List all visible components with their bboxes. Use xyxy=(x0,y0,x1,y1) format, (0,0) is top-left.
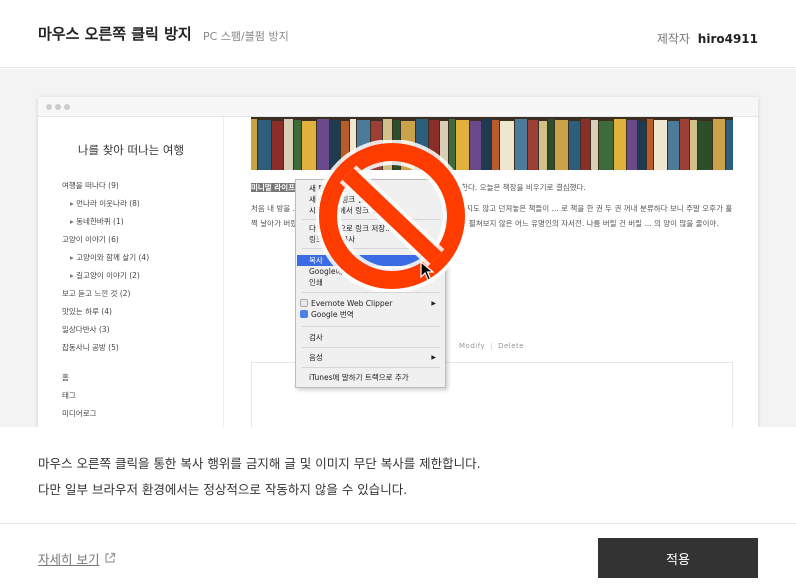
category-item: 고양이 이야기 (6) xyxy=(62,235,119,244)
nav-item-tag: 태그 xyxy=(62,391,76,400)
maker-name: hiro4911 xyxy=(697,32,758,46)
blog-title: 나를 찾아 떠나는 여행 xyxy=(77,143,185,157)
google-translate-icon xyxy=(300,310,308,318)
description-line: 마우스 오른쪽 클릭을 통한 복사 행위를 금지해 글 및 이미지 무단 복사를… xyxy=(38,456,481,471)
browser-bar xyxy=(38,97,758,117)
window-dot-icon xyxy=(46,104,52,110)
footer: 자세히 보기 적용 xyxy=(0,523,796,584)
description-line: 다만 일부 브라우저 환경에서는 정상적으로 작동하지 않을 수 있습니다. xyxy=(38,482,408,497)
description: 마우스 오른쪽 클릭을 통한 복사 행위를 금지해 글 및 이미지 무단 복사를… xyxy=(38,451,481,503)
context-menu-item: Evernote Web Clipper ▶ xyxy=(297,298,444,309)
learn-more-link[interactable]: 자세히 보기 xyxy=(38,549,99,568)
evernote-icon xyxy=(300,299,308,307)
category-item: 여행을 떠나다 (9) xyxy=(62,181,119,190)
blog-sidebar: 나를 찾아 떠나는 여행 여행을 떠나다 (9) 먼나라 이웃나라 (8) 동네… xyxy=(38,117,224,427)
page-subtitle: PC 스팸/블펌 방지 xyxy=(203,30,289,43)
maker-info: 제작자 hiro4911 xyxy=(657,30,758,47)
nav-item-home: 홈 xyxy=(62,373,69,382)
no-entry-icon xyxy=(316,140,468,292)
category-item: 일상다반사 (3) xyxy=(62,325,110,334)
category-item: 고양이와 함께 살기 (4) xyxy=(62,252,149,270)
cursor-arrow-icon xyxy=(420,261,434,281)
preview-browser: 나를 찾아 떠나는 여행 여행을 떠나다 (9) 먼나라 이웃나라 (8) 동네… xyxy=(38,97,758,427)
window-dot-icon xyxy=(64,104,70,110)
window-dot-icon xyxy=(55,104,61,110)
category-item: 먼나라 이웃나라 (8) xyxy=(62,198,149,216)
maker-label: 제작자 xyxy=(656,32,690,46)
category-item: 보고 듣고 느낀 것 (2) xyxy=(62,289,131,298)
category-item: 동네한바퀴 (1) xyxy=(62,216,149,234)
category-item: 길고양이 이야기 (2) xyxy=(62,270,149,288)
preview-area: 나를 찾아 떠나는 여행 여행을 떠나다 (9) 먼나라 이웃나라 (8) 동네… xyxy=(0,69,796,427)
category-list: 여행을 떠나다 (9) 먼나라 이웃나라 (8) 동네한바퀴 (1) 고양이 이… xyxy=(62,180,149,426)
category-item: 맛있는 하루 (4) xyxy=(62,307,112,316)
page-title: 마우스 오른쪽 클릭 방지 xyxy=(38,25,192,43)
nav-item-medialog: 미디어로그 xyxy=(62,409,97,418)
highlighted-text: 미니멀 라이프 xyxy=(251,183,296,192)
category-item: 잡동사니 공방 (5) xyxy=(62,343,119,352)
context-menu-item: Google 번역 xyxy=(297,309,444,320)
modify-link: Modify xyxy=(459,342,486,350)
apply-button[interactable]: 적용 xyxy=(598,538,758,578)
delete-link: Delete xyxy=(498,342,525,350)
external-link-icon[interactable] xyxy=(104,552,116,564)
post-actions: Modify | Delete xyxy=(459,342,525,350)
context-menu-item: 음성 ▶ xyxy=(309,353,436,362)
header: 마우스 오른쪽 클릭 방지 PC 스팸/블펌 방지 제작자 hiro4911 xyxy=(0,0,796,68)
context-menu-item: 검사 xyxy=(309,333,323,342)
context-menu-item: iTunes에 말하기 트랙으로 추가 xyxy=(309,373,409,382)
